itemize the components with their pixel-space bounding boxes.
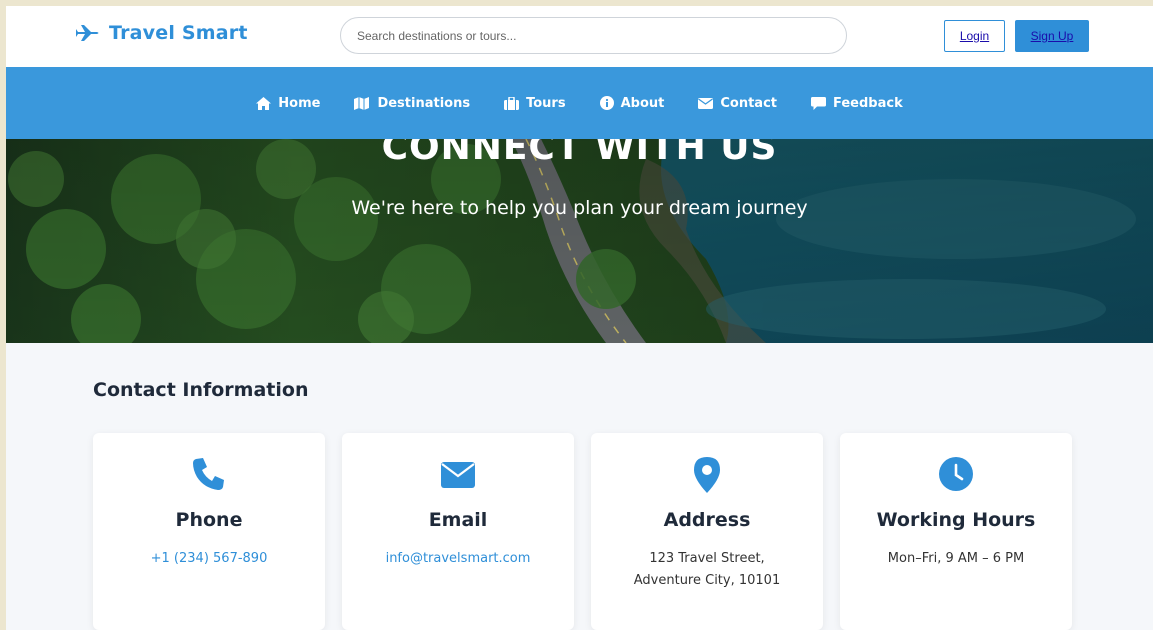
phone-link[interactable]: +1 (234) 567-890 [103,548,315,570]
card-title: Phone [175,509,243,531]
home-icon [256,96,272,110]
nav-item-about[interactable]: About [599,96,664,111]
nav-item-home[interactable]: Home [256,96,320,111]
info-icon [599,96,614,110]
map-icon [354,97,370,110]
envelope-icon [698,97,714,109]
header: Travel Smart Login Sign Up [6,6,1153,67]
page: Travel Smart Login Sign Up Home Destinat… [6,6,1153,630]
nav-item-tours[interactable]: Tours [504,96,566,111]
hours-text: Mon–Fri, 9 AM – 6 PM [887,551,1025,566]
signup-button[interactable]: Sign Up [1015,20,1089,52]
nav-item-destinations[interactable]: Destinations [354,96,470,111]
login-button[interactable]: Login [944,20,1005,52]
contact-card-email: Email info@travelsmart.com [342,433,574,630]
suitcase-icon [504,96,520,110]
hero-title: CONNECT WITH US [381,139,778,168]
hero-background-image [6,139,1153,343]
search-input[interactable] [340,17,847,54]
phone-icon [193,458,224,490]
hero-banner: CONNECT WITH US We're here to help you p… [6,139,1153,343]
card-title: Working Hours [876,509,1036,531]
section-title: Contact Information [93,379,309,401]
address-line-2: Adventure City, 10101 [633,573,781,588]
nav-item-feedback[interactable]: Feedback [811,96,903,111]
main-nav: Home Destinations Tours About Contact Fe… [6,67,1153,139]
contact-card-address: Address 123 Travel Street, Adventure Cit… [591,433,823,630]
plane-icon [76,25,99,41]
hero-subtitle: We're here to help you plan your dream j… [351,197,808,219]
logo-text: Travel Smart [109,22,248,44]
clock-icon [939,457,973,491]
envelope-icon [441,462,475,488]
logo[interactable]: Travel Smart [76,22,248,44]
address-text: 123 Travel Street, Adventure City, 10101 [601,548,813,592]
card-title: Email [428,509,488,531]
comment-icon [811,96,826,110]
email-link[interactable]: info@travelsmart.com [352,548,564,570]
location-pin-icon [694,457,720,493]
card-title: Address [663,509,751,531]
address-line-1: 123 Travel Street, [649,551,765,566]
nav-item-contact[interactable]: Contact [698,96,777,111]
contact-card-hours: Working Hours Mon–Fri, 9 AM – 6 PM [840,433,1072,630]
contact-card-phone: Phone +1 (234) 567-890 [93,433,325,630]
